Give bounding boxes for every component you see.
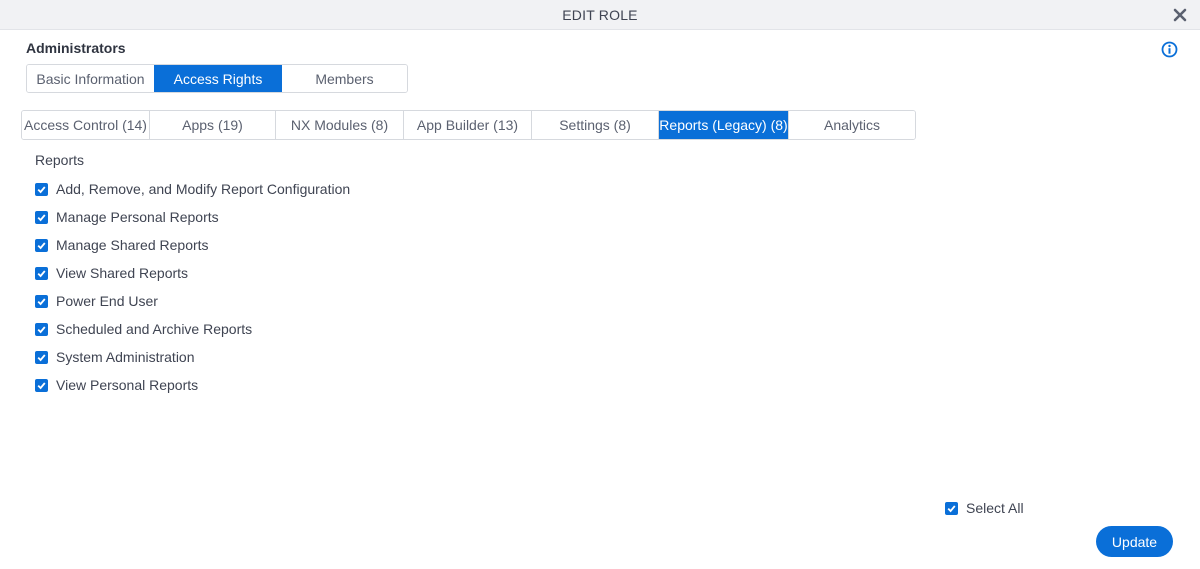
checkmark-icon	[37, 353, 46, 361]
permission-label: System Administration	[56, 349, 195, 365]
subtab-app-builder[interactable]: App Builder (13)	[404, 111, 532, 139]
checkbox-checked[interactable]	[35, 210, 48, 224]
checkbox-checked[interactable]	[35, 294, 48, 308]
select-all-checkbox[interactable]	[945, 501, 958, 515]
close-icon	[1173, 8, 1187, 22]
subtab-settings[interactable]: Settings (8)	[532, 111, 659, 139]
main-tabs: Basic Information Access Rights Members	[26, 64, 408, 93]
checkmark-icon	[37, 297, 46, 305]
checkbox-checked[interactable]	[35, 266, 48, 280]
checkmark-icon	[37, 325, 46, 333]
access-rights-subtabs: Access Control (14) Apps (19) NX Modules…	[21, 110, 916, 140]
permission-label: Manage Shared Reports	[56, 237, 209, 253]
tab-basic-information[interactable]: Basic Information	[27, 65, 154, 92]
checkmark-icon	[37, 213, 46, 221]
permission-item[interactable]: System Administration	[35, 343, 350, 371]
subtab-access-control[interactable]: Access Control (14)	[22, 111, 150, 139]
permission-item[interactable]: Power End User	[35, 287, 350, 315]
checkmark-icon	[947, 504, 956, 512]
dialog-title-bar: EDIT ROLE	[0, 0, 1200, 30]
subtab-analytics[interactable]: Analytics	[789, 111, 915, 139]
checkmark-icon	[37, 185, 46, 193]
permission-item[interactable]: Manage Personal Reports	[35, 203, 350, 231]
checkbox-checked[interactable]	[35, 322, 48, 336]
dialog-title: EDIT ROLE	[562, 6, 638, 23]
subtab-nx-modules[interactable]: NX Modules (8)	[276, 111, 404, 139]
checkmark-icon	[37, 381, 46, 389]
role-name: Administrators	[26, 40, 126, 56]
permission-list: Add, Remove, and Modify Report Configura…	[35, 175, 350, 399]
permission-label: Add, Remove, and Modify Report Configura…	[56, 181, 351, 197]
select-all-toggle[interactable]: Select All	[945, 500, 1024, 516]
checkbox-checked[interactable]	[35, 182, 48, 196]
permission-label: View Personal Reports	[56, 377, 199, 393]
permission-item[interactable]: View Personal Reports	[35, 371, 350, 399]
permission-item[interactable]: View Shared Reports	[35, 259, 350, 287]
checkbox-checked[interactable]	[35, 378, 48, 392]
tab-members[interactable]: Members	[282, 65, 407, 92]
permission-label: Manage Personal Reports	[56, 209, 219, 225]
permission-label: Scheduled and Archive Reports	[56, 321, 253, 337]
permission-item[interactable]: Scheduled and Archive Reports	[35, 315, 350, 343]
permission-label: View Shared Reports	[56, 265, 189, 281]
update-button[interactable]: Update	[1096, 526, 1173, 557]
subtab-apps[interactable]: Apps (19)	[150, 111, 276, 139]
section-heading: Reports	[35, 152, 85, 168]
close-button[interactable]	[1170, 5, 1190, 25]
info-icon[interactable]	[1161, 41, 1178, 58]
tab-access-rights[interactable]: Access Rights	[154, 65, 282, 92]
checkmark-icon	[37, 241, 46, 249]
permission-label: Power End User	[56, 293, 158, 309]
checkbox-checked[interactable]	[35, 238, 48, 252]
permission-item[interactable]: Manage Shared Reports	[35, 231, 350, 259]
subtab-reports-legacy[interactable]: Reports (Legacy) (8)	[659, 111, 789, 139]
permission-item[interactable]: Add, Remove, and Modify Report Configura…	[35, 175, 350, 203]
select-all-label: Select All	[966, 500, 1024, 516]
checkbox-checked[interactable]	[35, 350, 48, 364]
checkmark-icon	[37, 269, 46, 277]
